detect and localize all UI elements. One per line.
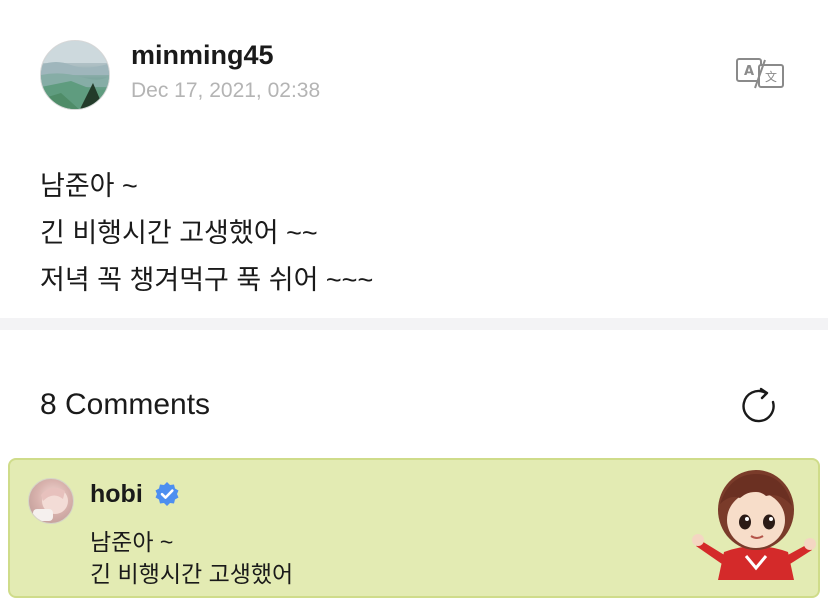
character-sticker (690, 460, 818, 580)
section-divider (0, 318, 828, 330)
post-line: 저녁 꼭 챙겨먹구 푹 쉬어 ~~~ (40, 265, 374, 295)
post-username[interactable]: minming45 (131, 40, 274, 71)
user-avatar[interactable] (40, 40, 110, 110)
translate-icon[interactable]: A 文 (735, 56, 785, 90)
comment-card-highlighted[interactable]: hobi 남준아 ~ 긴 비행시간 고생했어 (8, 458, 820, 598)
comment-avatar[interactable] (28, 478, 74, 524)
post-timestamp: Dec 17, 2021, 02:38 (131, 79, 321, 102)
refresh-icon[interactable] (740, 386, 780, 426)
verified-badge-icon (154, 481, 180, 507)
post-line: 남준아 ~ (40, 171, 138, 201)
avatar-landscape-image (41, 41, 109, 109)
svg-text:文: 文 (765, 69, 777, 84)
comment-line: 남준아 ~ (90, 529, 174, 555)
post-line: 긴 비행시간 고생했어 ~~ (40, 218, 318, 248)
post-header: minming45 Dec 17, 2021, 02:38 A 文 (0, 0, 828, 130)
comment-body: 남준아 ~ 긴 비행시간 고생했어 (90, 526, 293, 590)
post-body: 남준아 ~ 긴 비행시간 고생했어 ~~ 저녁 꼭 챙겨먹구 푹 쉬어 ~~~ (40, 163, 373, 304)
comments-count-title: 8 Comments (40, 388, 211, 421)
svg-text:A: A (744, 64, 754, 79)
comment-author[interactable]: hobi (90, 480, 143, 509)
comment-line: 긴 비행시간 고생했어 (90, 561, 294, 587)
